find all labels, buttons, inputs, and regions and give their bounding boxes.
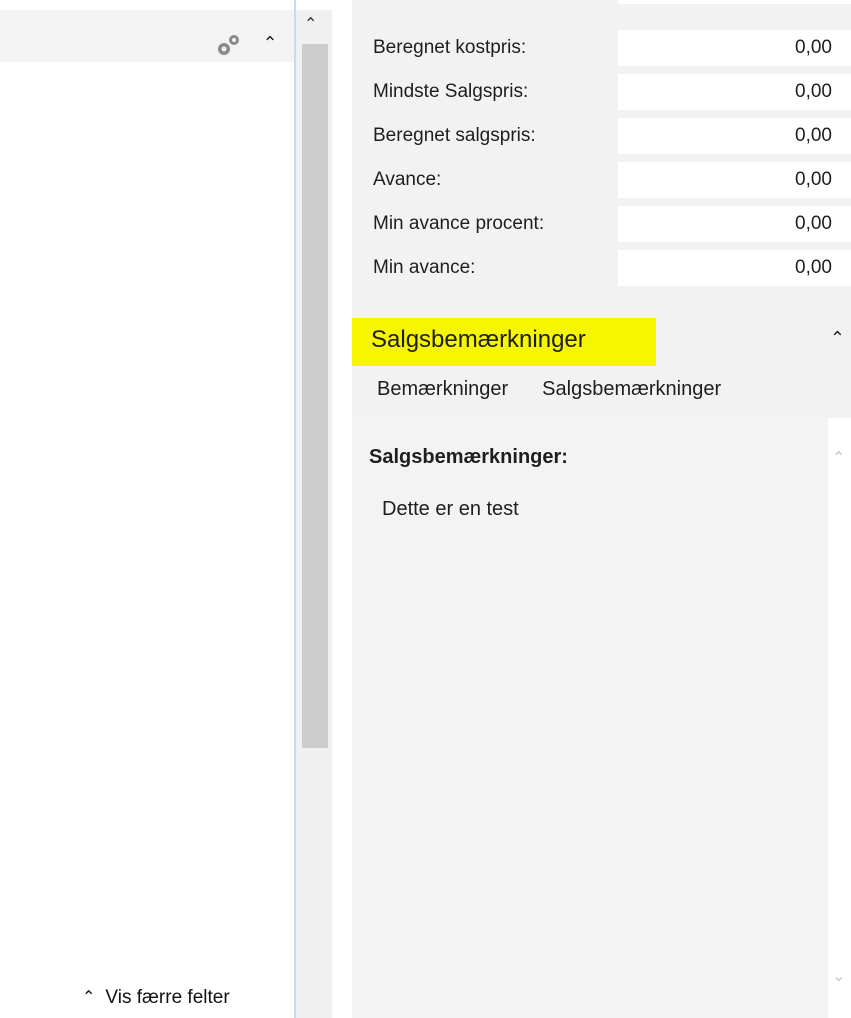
section-title: Salgsbemærkninger bbox=[371, 326, 586, 353]
chevron-up-icon[interactable]: ⌃ bbox=[830, 328, 845, 349]
notes-heading: Salgsbemærkninger: bbox=[369, 446, 568, 468]
section-title-highlight: Salgsbemærkninger bbox=[352, 318, 656, 366]
field-row: Beregnet kostpris: 0,00 bbox=[352, 26, 851, 70]
show-fewer-fields-link[interactable]: ⌃ Vis færre felter bbox=[82, 984, 230, 1012]
field-label: Avance: bbox=[373, 169, 442, 190]
tab-salgsbemaerkninger[interactable]: Salgsbemærkninger bbox=[542, 378, 721, 401]
scroll-down-icon[interactable]: ⌄ bbox=[832, 966, 845, 986]
field-row: Beregnet salgspris: 0,00 bbox=[352, 114, 851, 158]
right-panel: Beregnet kostpris: 0,00 Mindste Salgspri… bbox=[352, 0, 851, 1018]
field-label: Beregnet salgspris: bbox=[373, 125, 536, 146]
left-panel-header: ⌃ bbox=[0, 10, 294, 62]
section-tabs: Bemærkninger Salgsbemærkninger bbox=[377, 378, 721, 401]
field-value[interactable]: 0,00 bbox=[618, 30, 851, 66]
notes-content-area[interactable]: Salgsbemærkninger: Dette er en test bbox=[352, 418, 828, 1018]
sales-notes-section-header: Salgsbemærkninger ⌃ Bemærkninger Salgsbe… bbox=[352, 312, 851, 422]
scroll-up-icon[interactable]: ⌃ bbox=[304, 14, 317, 34]
field-label: Mindste Salgspris: bbox=[373, 81, 529, 102]
field-row: Min avance procent: 0,00 bbox=[352, 202, 851, 246]
field-row: Mindste Salgspris: 0,00 bbox=[352, 70, 851, 114]
field-row: Avance: 0,00 bbox=[352, 158, 851, 202]
left-panel: ⌃ ⌃ Vis færre felter bbox=[0, 0, 296, 1018]
field-value[interactable] bbox=[618, 0, 851, 4]
field-row-partial bbox=[352, 0, 851, 22]
notes-scrollbar[interactable]: ⌃ ⌄ bbox=[828, 418, 851, 1018]
gears-icon[interactable] bbox=[214, 30, 244, 60]
field-value[interactable]: 0,00 bbox=[618, 74, 851, 110]
show-fewer-fields-label: Vis færre felter bbox=[105, 987, 230, 1008]
field-label: Beregnet kostpris: bbox=[373, 37, 527, 58]
field-value[interactable]: 0,00 bbox=[618, 250, 851, 286]
notes-text: Dette er en test bbox=[382, 498, 519, 520]
vertical-scrollbar[interactable]: ⌃ bbox=[296, 10, 332, 1018]
field-value[interactable]: 0,00 bbox=[618, 118, 851, 154]
field-value[interactable]: 0,00 bbox=[618, 206, 851, 242]
chevron-up-icon[interactable]: ⌃ bbox=[260, 33, 280, 53]
chevron-up-icon: ⌃ bbox=[82, 989, 96, 1006]
tab-bemaerkninger[interactable]: Bemærkninger bbox=[377, 378, 508, 401]
scrollbar-thumb[interactable] bbox=[302, 44, 328, 748]
field-value[interactable]: 0,00 bbox=[618, 162, 851, 198]
field-label: Min avance procent: bbox=[373, 213, 545, 234]
field-row: Min avance: 0,00 bbox=[352, 246, 851, 290]
field-label: Min avance: bbox=[373, 257, 476, 278]
scroll-up-icon[interactable]: ⌃ bbox=[832, 448, 845, 468]
